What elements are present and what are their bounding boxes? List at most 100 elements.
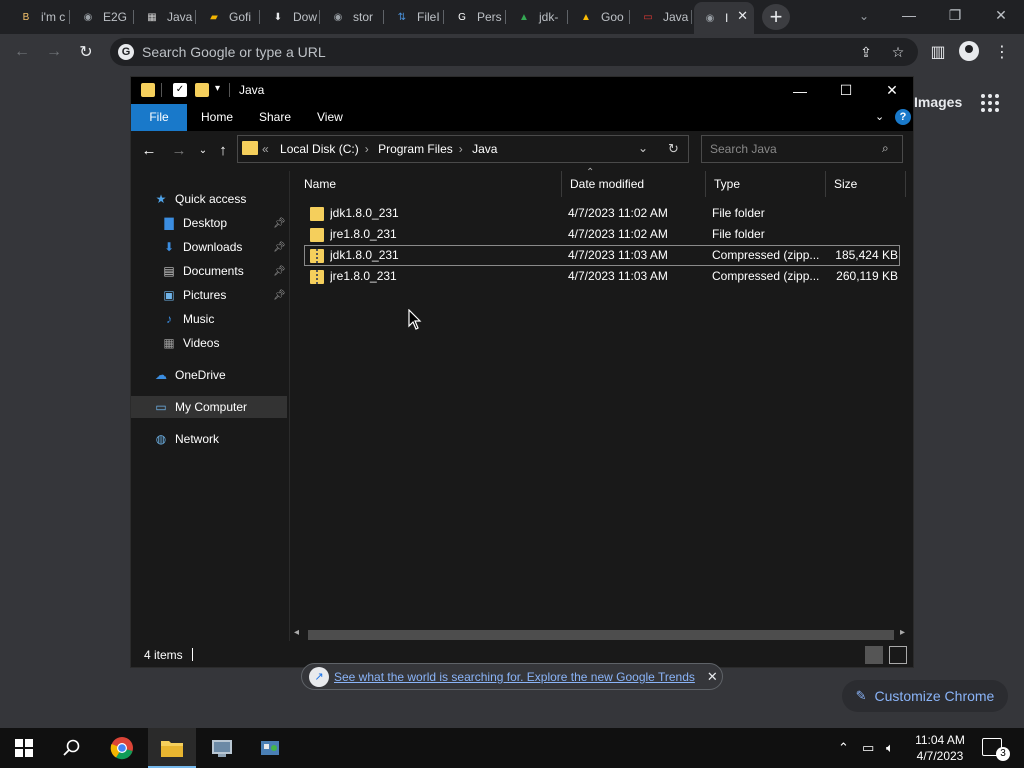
ribbon-tab-home[interactable]: Home: [187, 104, 247, 131]
action-center-icon[interactable]: 3: [982, 738, 1010, 761]
taskbar-chrome[interactable]: [98, 728, 146, 768]
profile-avatar[interactable]: [959, 41, 979, 61]
column-header-date[interactable]: Date modified: [562, 171, 706, 197]
customize-chrome-button[interactable]: ✎ Customize Chrome: [842, 680, 1008, 712]
taskbar-file-explorer[interactable]: [148, 728, 196, 768]
refresh-icon[interactable]: ↻: [668, 141, 679, 157]
nav-item-documents[interactable]: ▤ Documents 📌︎: [131, 260, 287, 282]
taskbar-app-1[interactable]: [198, 728, 246, 768]
scrollbar-thumb[interactable]: [308, 630, 894, 640]
volume-icon[interactable]: 🔈︎: [886, 740, 894, 756]
scroll-right-icon[interactable]: ▸: [900, 627, 905, 638]
reload-button[interactable]: ↻: [74, 40, 98, 64]
column-header-size[interactable]: Size: [826, 171, 906, 197]
network-icon[interactable]: ▭: [862, 740, 874, 756]
tab-3[interactable]: ▦ Java: [136, 4, 196, 30]
tab-5[interactable]: ⬇ Dow: [262, 4, 320, 30]
nav-item-my-computer[interactable]: ▭ My Computer: [131, 396, 287, 418]
nav-item-downloads[interactable]: ⬇ Downloads 📌︎: [131, 236, 287, 258]
ribbon-tab-file[interactable]: File: [131, 104, 187, 131]
tab-9[interactable]: ▲ jdk-: [508, 4, 568, 30]
nav-item-pictures[interactable]: ▣ Pictures 📌︎: [131, 284, 287, 306]
nav-item-quick-access[interactable]: ★ Quick access: [131, 188, 287, 210]
network-drive-icon: [212, 740, 232, 757]
tab-10[interactable]: ▲ Goo: [570, 4, 630, 30]
file-row[interactable]: jdk1.8.0_231 4/7/2023 11:03 AM Compressed …: [304, 245, 900, 266]
file-name: jdk1.8.0_231: [330, 248, 399, 262]
chrome-menu-icon[interactable]: ⋮: [990, 40, 1014, 64]
tab-6[interactable]: ◉ stor: [322, 4, 384, 30]
share-icon[interactable]: ⇪: [856, 42, 876, 62]
taskbar-search-button[interactable]: [48, 728, 96, 768]
address-history-icon[interactable]: ⌄: [638, 141, 648, 155]
google-apps-icon[interactable]: [981, 94, 999, 112]
omnibox[interactable]: G ⇪ ☆: [110, 38, 918, 66]
tab-2[interactable]: ◉ E2G: [72, 4, 134, 30]
column-header-name[interactable]: Name: [296, 171, 562, 197]
help-icon[interactable]: ?: [895, 109, 911, 125]
file-date-modified: 4/7/2023 11:03 AM: [568, 248, 668, 262]
start-button[interactable]: [0, 728, 48, 768]
nav-item-music[interactable]: ♪ Music: [131, 308, 287, 330]
explorer-maximize-button[interactable]: ☐: [823, 77, 869, 104]
horizontal-scrollbar[interactable]: ◂ ▸: [290, 627, 913, 641]
nav-item-videos[interactable]: ▦ Videos: [131, 332, 287, 354]
tab-11[interactable]: ▭ Java: [632, 4, 692, 30]
details-view-icon[interactable]: [865, 646, 883, 664]
properties-icon[interactable]: ✓: [173, 83, 187, 97]
address-bar[interactable]: « Local Disk (C:) › Program Files › Java ⌄…: [237, 135, 689, 163]
forward-button[interactable]: →: [42, 40, 66, 64]
trends-link[interactable]: See what the world is searching for. Exp…: [334, 670, 695, 684]
ribbon-tab-view[interactable]: View: [303, 104, 357, 131]
explorer-back-button[interactable]: ←: [139, 142, 159, 160]
explorer-search-box[interactable]: ⌕: [701, 135, 903, 163]
breadcrumb-local-disk[interactable]: Local Disk (C:): [280, 142, 359, 156]
nav-item-desktop[interactable]: ▇ Desktop 📌︎: [131, 212, 287, 234]
scroll-left-icon[interactable]: ◂: [294, 627, 299, 638]
recent-locations-icon[interactable]: ⌄: [193, 142, 213, 160]
file-row[interactable]: jdk1.8.0_231 4/7/2023 11:02 AM File folder: [304, 203, 900, 224]
new-folder-icon[interactable]: [195, 83, 209, 97]
tab-4[interactable]: ▰ Gofi: [198, 4, 260, 30]
minimize-button[interactable]: —: [886, 0, 932, 30]
tab-7[interactable]: ⇅ FileI: [386, 4, 444, 30]
bookmark-star-icon[interactable]: ☆: [888, 42, 908, 62]
file-date-modified: 4/7/2023 11:02 AM: [568, 206, 668, 220]
file-row[interactable]: jre1.8.0_231 4/7/2023 11:02 AM File folder: [304, 224, 900, 245]
explorer-forward-button[interactable]: →: [169, 142, 189, 160]
tab-search-icon[interactable]: ⌄: [854, 6, 874, 26]
taskbar-app-2[interactable]: [246, 728, 294, 768]
explorer-search-input[interactable]: [710, 141, 870, 157]
nav-item-network[interactable]: ◍ Network: [131, 428, 287, 450]
tab-12[interactable]: ◉ I ✕: [694, 2, 754, 34]
explorer-minimize-button[interactable]: —: [777, 77, 823, 104]
breadcrumb-java[interactable]: Java: [472, 142, 497, 156]
images-link[interactable]: Images: [914, 94, 962, 110]
show-hidden-icons-icon[interactable]: ⌃: [838, 740, 849, 756]
omnibox-input[interactable]: [142, 42, 742, 62]
tab-close-icon[interactable]: ✕: [737, 8, 748, 24]
close-icon[interactable]: ✕: [707, 669, 718, 685]
close-window-button[interactable]: ✕: [978, 0, 1024, 30]
breadcrumb-overflow[interactable]: «: [262, 142, 269, 156]
tab-title: FileI: [417, 10, 440, 24]
breadcrumb-program-files[interactable]: Program Files: [378, 142, 453, 156]
navigation-pane: ★ Quick access ▇ Desktop 📌︎ ⬇ Downloads 📌︎ ▤ Docu…: [131, 171, 289, 641]
tab-8[interactable]: G Pers: [446, 4, 506, 30]
new-tab-button[interactable]: +: [762, 4, 790, 30]
up-folder-button[interactable]: ↑: [213, 142, 233, 160]
back-button[interactable]: ←: [10, 40, 34, 64]
tab-favicon-icon: ▲: [519, 11, 529, 23]
file-row[interactable]: jre1.8.0_231 4/7/2023 11:03 AM Compressed …: [304, 266, 900, 287]
tab-1[interactable]: Bi'm c: [10, 4, 70, 30]
side-panel-icon[interactable]: ▥: [926, 40, 950, 64]
restore-button[interactable]: ❐: [932, 0, 978, 30]
explorer-close-button[interactable]: ✕: [869, 77, 915, 104]
ribbon-tab-share[interactable]: Share: [245, 104, 305, 131]
taskbar-clock[interactable]: 11:04 AM 4/7/2023: [912, 732, 968, 764]
expand-ribbon-icon[interactable]: ⌄: [875, 110, 884, 123]
nav-item-onedrive[interactable]: ☁ OneDrive: [131, 364, 287, 386]
large-icons-view-icon[interactable]: [889, 646, 907, 664]
column-header-type[interactable]: Type: [706, 171, 826, 197]
quick-access-dropdown-icon[interactable]: ▾: [215, 83, 220, 94]
